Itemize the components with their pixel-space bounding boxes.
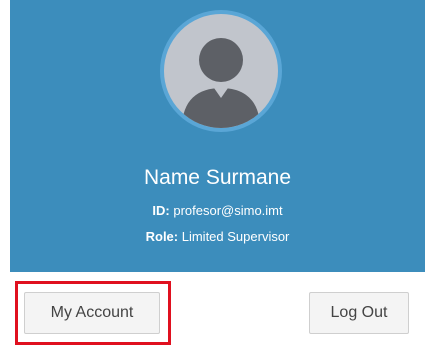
user-id-value: profesor@simo.imt xyxy=(173,203,283,218)
user-id-line: ID: profesor@simo.imt xyxy=(10,203,425,218)
user-id-label: ID: xyxy=(152,203,170,218)
log-out-button[interactable]: Log Out xyxy=(309,292,409,334)
user-role-label: Role: xyxy=(145,229,179,244)
user-header: Name Surmane ID: profesor@simo.imt Role:… xyxy=(10,0,425,272)
user-name: Name Surmane xyxy=(143,166,292,189)
user-role-line: Role: Limited Supervisor xyxy=(10,229,425,244)
user-menu-dropdown: Name Surmane ID: profesor@simo.imt Role:… xyxy=(10,0,425,353)
avatar xyxy=(160,10,282,132)
user-silhouette-icon xyxy=(182,38,260,128)
my-account-button[interactable]: My Account xyxy=(24,292,160,334)
user-role-value: Limited Supervisor xyxy=(181,229,290,244)
user-footer: My Account Log Out xyxy=(10,272,425,353)
